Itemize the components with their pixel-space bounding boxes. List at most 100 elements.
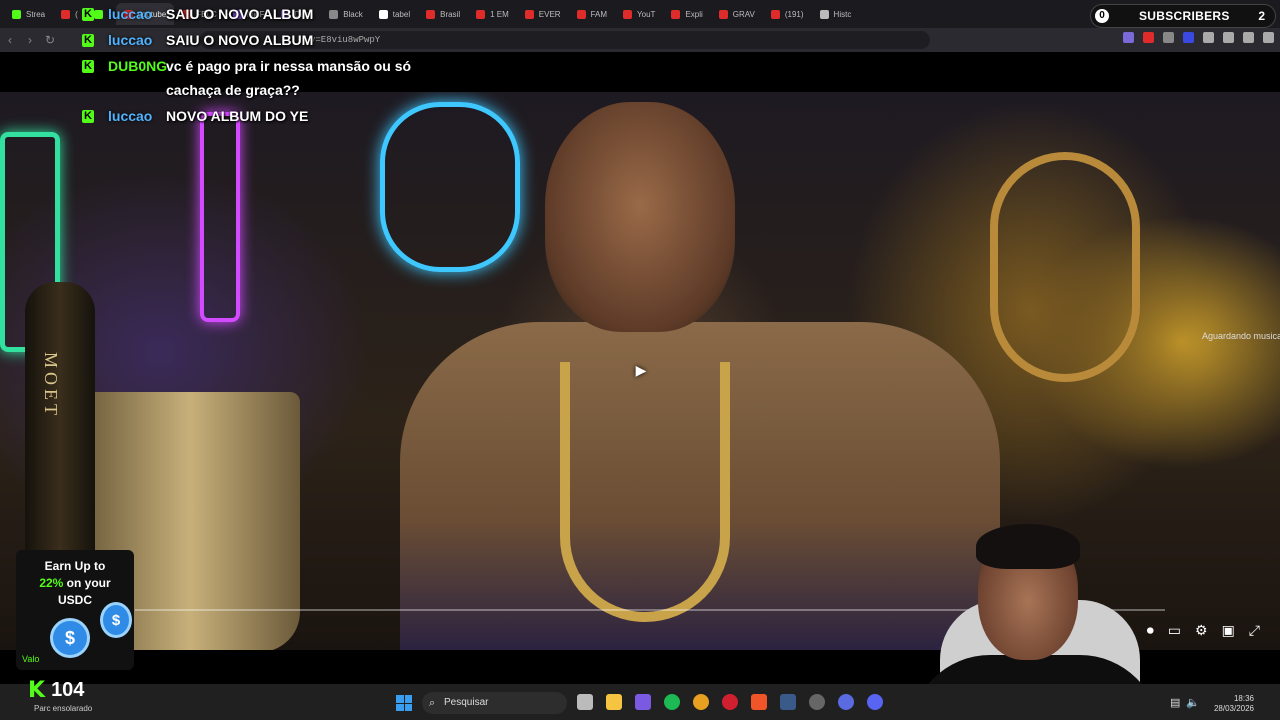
kick-badge-icon: K <box>82 34 94 47</box>
browser-tab[interactable]: EVER <box>517 3 569 25</box>
tab-label: Brasil <box>440 9 461 19</box>
browser-tab[interactable]: GRAV <box>711 3 763 25</box>
subscribers-left-count: 0 <box>1095 9 1109 23</box>
discord-icon[interactable] <box>867 694 883 710</box>
windows-start-icon[interactable] <box>396 695 412 711</box>
taskbar-search-input[interactable]: ⌕ Pesquisar <box>422 692 567 714</box>
file-explorer-icon[interactable] <box>606 694 622 710</box>
fullscreen-icon[interactable]: ⤢ <box>1249 622 1260 639</box>
app-icon[interactable] <box>809 694 825 710</box>
menu-icon[interactable] <box>1263 32 1274 43</box>
ad-footer-text: Valo <box>22 654 40 664</box>
stream-screen: Strea(youtube FELC MidF Dash Black tabel Brasi… <box>0 0 1280 720</box>
taskbar-clock[interactable]: 18:36 28/03/2026 <box>1210 694 1254 714</box>
brave-icon[interactable] <box>751 694 767 710</box>
browser-tab[interactable]: Strea <box>4 3 53 25</box>
tab-label: ( <box>75 9 78 19</box>
usdc-coin-icon: $ <box>100 602 132 638</box>
opera-icon[interactable] <box>722 694 738 710</box>
system-tray: ▤ 🔈 <box>1170 696 1200 709</box>
tab-favicon-icon <box>718 9 728 19</box>
search-placeholder: Pesquisar <box>444 697 489 708</box>
taskbar-apps <box>577 694 883 710</box>
gold-chain <box>560 362 730 622</box>
tab-favicon-icon <box>819 9 829 19</box>
chat-text: vc é pago pra ir nessa mansão ou só cach… <box>166 58 412 98</box>
chrome-icon[interactable] <box>693 694 709 710</box>
bottle-label: MOET <box>41 352 61 419</box>
browser-tab[interactable]: FAM <box>569 3 615 25</box>
play-icon[interactable]: ▶ <box>627 356 655 384</box>
spotify-icon[interactable] <box>664 694 680 710</box>
usdc-coin-icon: $ <box>50 618 90 658</box>
tab-favicon-icon <box>12 9 21 19</box>
ad-percent: 22% <box>39 576 64 590</box>
tab-label: Strea <box>26 9 46 19</box>
network-icon[interactable]: ▤ <box>1170 696 1180 709</box>
forward-icon[interactable]: › <box>20 33 40 47</box>
browser-tab[interactable]: ( <box>53 3 86 25</box>
chat-message: Kluccao SAIU O NOVO ALBUM <box>82 6 422 26</box>
kick-followers-widget: K 104 <box>28 678 84 703</box>
settings-icon[interactable]: ⚙ <box>1195 622 1208 639</box>
theater-mode-icon[interactable]: ▣ <box>1222 622 1235 639</box>
tab-label: (191) <box>784 9 804 19</box>
reload-icon[interactable]: ↻ <box>40 33 60 47</box>
weather-text: Parc ensolarado <box>34 704 93 713</box>
tab-favicon-icon <box>524 9 534 19</box>
browser-tab[interactable]: Brasil <box>418 3 468 25</box>
windows-taskbar: ⌕ Pesquisar ▤ 🔈 18:36 28/03/2026 <box>0 684 1280 720</box>
captions-icon[interactable]: ▭ <box>1168 622 1181 639</box>
tab-label: Expli <box>685 9 703 19</box>
tab-favicon-icon <box>770 9 780 19</box>
tab-favicon-icon <box>576 9 586 19</box>
extension-icon[interactable] <box>1183 32 1194 43</box>
chat-message: Kluccao SAIU O NOVO ALBUM <box>82 32 422 52</box>
kick-badge-icon: K <box>82 8 94 21</box>
browser-tab[interactable]: Expli <box>663 3 710 25</box>
chat-username[interactable]: DUB0NG <box>108 58 167 74</box>
back-icon[interactable]: ‹ <box>0 33 20 47</box>
subscribers-count: 2 <box>1258 9 1265 23</box>
tab-favicon-icon <box>426 9 436 19</box>
browser-tab[interactable]: Histc <box>812 3 860 25</box>
streamer-hair <box>976 524 1080 569</box>
chat-message: Kluccao NOVO ALBUM DO YE <box>82 108 422 128</box>
tab-label: EVER <box>538 9 561 19</box>
browser-tab[interactable]: (191) <box>763 3 812 25</box>
browser-tab[interactable]: YouT <box>615 3 663 25</box>
app-icon[interactable] <box>635 694 651 710</box>
extension-icon[interactable] <box>1203 32 1214 43</box>
puzzle-icon[interactable] <box>1223 32 1234 43</box>
sidebar-icon[interactable] <box>1243 32 1254 43</box>
chat-text: SAIU O NOVO ALBUM <box>166 6 314 22</box>
browser-tab[interactable]: 1 EM <box>468 3 517 25</box>
chat-username[interactable]: luccao <box>108 6 166 22</box>
chat-message: K DUB0NG vc é pago pra ir nessa mansão ou … <box>82 58 422 102</box>
extension-icons <box>1123 32 1274 43</box>
tab-label: FAM <box>590 9 608 19</box>
app-icon[interactable] <box>838 694 854 710</box>
ad-line2-rest: on your <box>63 576 111 590</box>
player-controls: ⏺ ▭ ⚙ ▣ ⤢ <box>1147 622 1260 639</box>
steam-icon[interactable] <box>780 694 796 710</box>
extension-icon[interactable] <box>1123 32 1134 43</box>
task-view-icon[interactable] <box>577 694 593 710</box>
extension-icon[interactable] <box>1163 32 1174 43</box>
extension-icon[interactable] <box>1143 32 1154 43</box>
mirror-frame <box>990 152 1140 382</box>
chat-username[interactable]: luccao <box>108 108 166 124</box>
tab-favicon-icon <box>671 9 681 19</box>
follower-count: 104 <box>51 679 85 701</box>
tab-favicon-icon <box>623 9 633 19</box>
tab-label: Histc <box>833 9 852 19</box>
ad-line1: Earn Up to <box>44 559 106 573</box>
person-head <box>545 102 735 332</box>
volume-icon[interactable]: 🔈 <box>1186 696 1200 709</box>
subscribers-widget: 0 SUBSCRIBERS 2 <box>1090 4 1276 28</box>
usdc-ad-widget[interactable]: Earn Up to 22% on your USDC $ $ Valo <box>16 550 134 670</box>
kick-badge-icon: K <box>82 60 94 73</box>
tab-label: 1 EM <box>490 9 509 19</box>
chat-username[interactable]: luccao <box>108 32 166 48</box>
chat-text: NOVO ALBUM DO YE <box>166 108 309 124</box>
